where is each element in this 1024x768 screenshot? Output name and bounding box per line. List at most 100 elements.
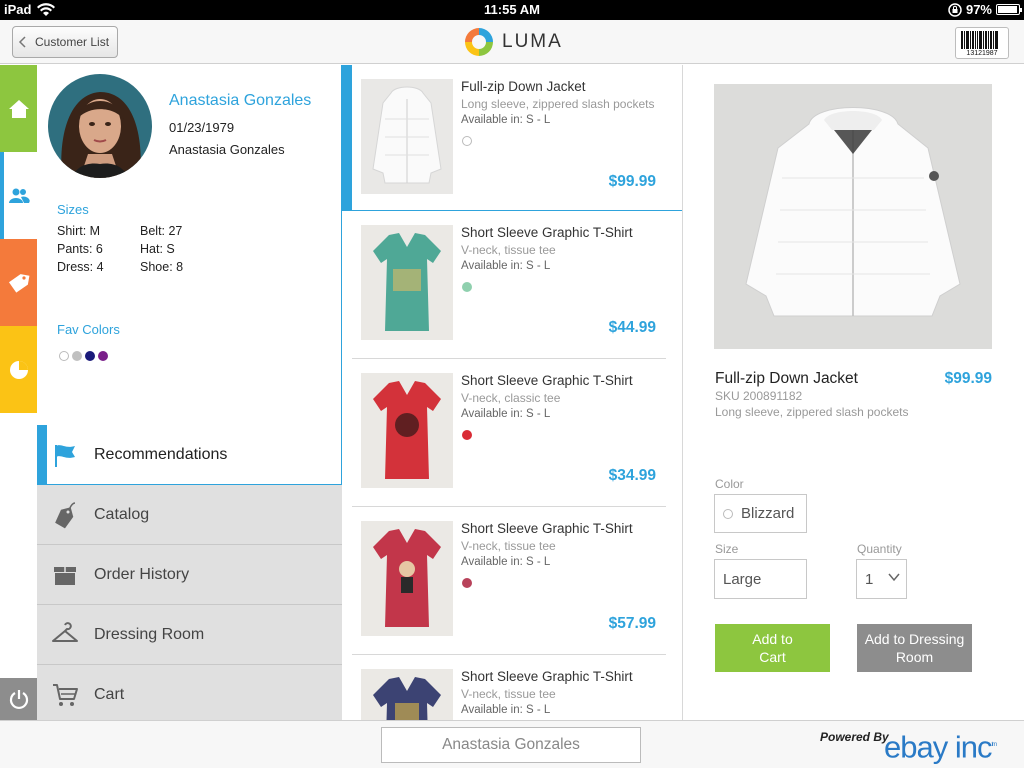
product-thumbnail (361, 225, 453, 340)
quantity-label: Quantity (857, 542, 902, 556)
rotation-lock-icon (948, 2, 962, 17)
users-icon (8, 188, 30, 203)
rail-analytics-button[interactable] (0, 326, 37, 413)
product-thumbnail (361, 669, 453, 720)
product-name: Full-zip Down Jacket (461, 79, 586, 94)
nav-label: Order History (94, 565, 190, 583)
rail-tag-button[interactable] (0, 239, 37, 326)
clock: 11:55 AM (484, 2, 540, 17)
quantity-select[interactable]: 1 (856, 559, 907, 599)
luma-logo-icon (465, 28, 493, 56)
sizes-grid: Shirt: M Belt: 27 Pants: 6 Hat: S Dress:… (57, 224, 217, 274)
product-hero-image (714, 84, 992, 349)
fav-colors-swatches (59, 351, 108, 361)
battery-icon (996, 4, 1022, 15)
size-select[interactable]: Large (714, 559, 807, 599)
hanger-icon (52, 622, 78, 642)
size-value: Large (723, 570, 762, 588)
barcode-scan-button[interactable]: 13121987 (955, 27, 1009, 59)
product-color-dot (462, 282, 472, 292)
customer-profile-card: Anastasia Gonzales 01/23/1979 Anastasia … (37, 65, 342, 426)
fav-colors-heading: Fav Colors (57, 322, 120, 337)
product-color-dot (462, 578, 472, 588)
status-bar: iPad 11:55 AM 97% (0, 0, 1024, 20)
pie-chart-icon (9, 360, 28, 379)
footer-customer-name[interactable]: Anastasia Gonzales (381, 727, 641, 763)
nav-dressing-room[interactable]: Dressing Room (37, 605, 342, 665)
customer-list-back-button[interactable]: Customer List (12, 26, 119, 58)
brand-text: ebay inc (884, 729, 992, 765)
selection-indicator (342, 65, 352, 210)
chevron-left-icon (18, 36, 26, 48)
product-thumbnail (361, 521, 453, 636)
product-name: Short Sleeve Graphic T-Shirt (461, 225, 633, 240)
fav-color-swatch (59, 351, 69, 361)
nav-order-history[interactable]: Order History (37, 545, 342, 605)
rail-customer-button[interactable] (0, 152, 37, 239)
nav-catalog[interactable]: Catalog (37, 485, 342, 545)
size-shirt: Shirt: M (57, 224, 101, 238)
avatar (48, 74, 152, 178)
fav-color-swatch (85, 351, 95, 361)
sizes-heading: Sizes (57, 202, 89, 217)
barcode-icon (961, 31, 1003, 49)
product-desc: V-neck, tissue tee (461, 687, 556, 701)
color-label: Color (715, 477, 744, 491)
product-thumbnail (361, 373, 453, 488)
product-name: Short Sleeve Graphic T-Shirt (461, 521, 633, 536)
product-item[interactable]: Short Sleeve Graphic T-Shirt V-neck, cla… (352, 359, 666, 507)
luma-logo-text: LUMA (502, 31, 563, 52)
app-header: Customer List LUMA 13121987 (0, 20, 1024, 64)
customer-name: Anastasia Gonzales (169, 92, 312, 109)
add-to-dressing-room-label: Add to Dressing Room (864, 631, 965, 665)
section-nav: Recommendations Catalog Order History Dr… (37, 425, 342, 725)
add-to-dressing-room-button[interactable]: Add to Dressing Room (857, 624, 972, 672)
home-icon (8, 99, 29, 118)
product-item[interactable]: Full-zip Down Jacket Long sleeve, zipper… (352, 65, 666, 213)
product-desc: V-neck, classic tee (461, 391, 561, 405)
icon-rail (0, 65, 37, 720)
nav-label: Cart (94, 685, 125, 703)
barcode-number: 13121987 (966, 50, 998, 57)
footer-bar: Anastasia Gonzales Powered By ebay inctm (0, 720, 1024, 768)
product-availability: Available in: S - L (461, 408, 551, 420)
quantity-value: 1 (865, 570, 874, 588)
size-dress: Dress: 4 (57, 260, 104, 274)
product-thumbnail (361, 79, 453, 194)
size-hat: Hat: S (140, 242, 175, 256)
cart-icon (53, 684, 78, 706)
luma-logo: LUMA (464, 27, 563, 57)
product-list: Full-zip Down Jacket Long sleeve, zipper… (342, 65, 683, 720)
fav-color-swatch (98, 351, 108, 361)
product-price: $34.99 (608, 467, 656, 484)
detail-product-price: $99.99 (944, 370, 992, 387)
nav-cart[interactable]: Cart (37, 665, 342, 725)
add-to-cart-label: Add to Cart (752, 631, 793, 665)
product-availability: Available in: S - L (461, 260, 551, 272)
product-item[interactable]: Short Sleeve Graphic T-Shirt V-neck, tis… (352, 211, 666, 359)
brand-tm: tm (991, 742, 997, 748)
product-item[interactable]: Short Sleeve Graphic T-Shirt V-neck, tis… (352, 655, 666, 720)
product-availability: Available in: S - L (461, 556, 551, 568)
product-desc: V-neck, tissue tee (461, 243, 556, 257)
product-desc: V-neck, tissue tee (461, 539, 556, 553)
detail-product-name: Full-zip Down Jacket (715, 370, 858, 387)
box-icon (54, 567, 76, 585)
customer-name-secondary: Anastasia Gonzales (169, 142, 285, 157)
size-label: Size (715, 542, 739, 556)
product-price: $99.99 (608, 173, 656, 190)
size-belt: Belt: 27 (140, 224, 183, 238)
detail-sku: SKU 200891182 (715, 389, 803, 403)
color-select[interactable]: Blizzard (714, 494, 807, 533)
product-detail: Full-zip Down Jacket $99.99 SKU 20089118… (683, 65, 1024, 720)
size-shoe: Shoe: 8 (140, 260, 184, 274)
tag-icon (8, 273, 29, 293)
product-item[interactable]: Short Sleeve Graphic T-Shirt V-neck, tis… (352, 507, 666, 655)
power-icon (9, 690, 28, 710)
nav-recommendations[interactable]: Recommendations (37, 425, 342, 485)
rail-power-button[interactable] (0, 678, 37, 720)
rail-home-button[interactable] (0, 65, 37, 152)
ebay-inc-logo: ebay inctm (884, 728, 997, 765)
add-to-cart-button[interactable]: Add to Cart (715, 624, 830, 672)
product-color-dot (462, 430, 472, 440)
